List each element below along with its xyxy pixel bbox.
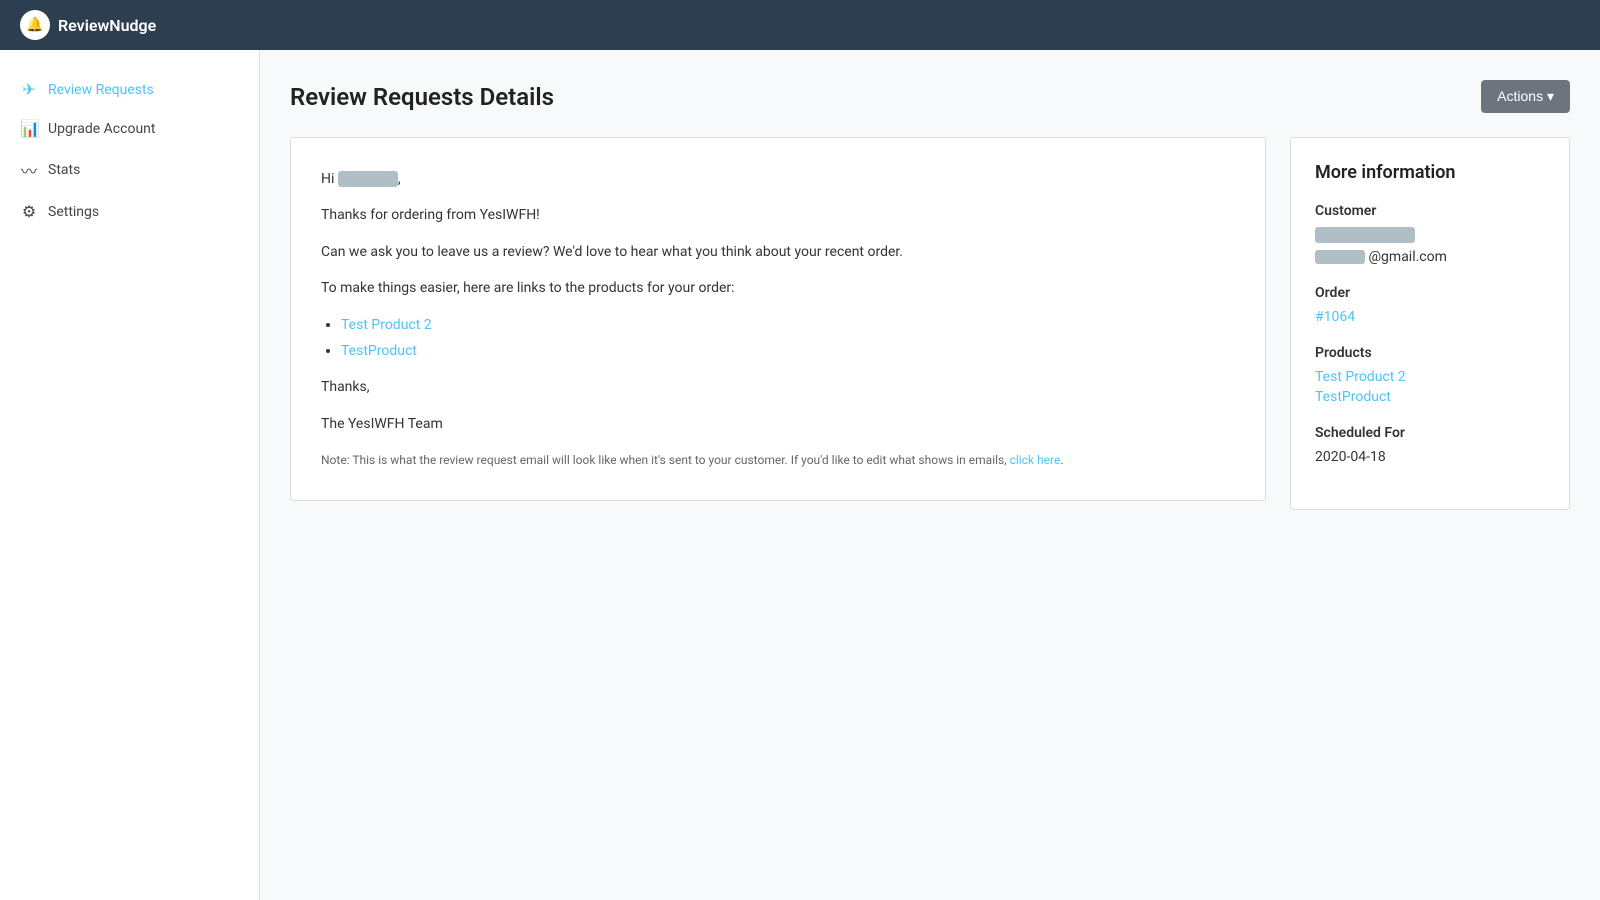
customer-label: Customer bbox=[1315, 203, 1545, 219]
email-suffix: @gmail.com bbox=[1368, 249, 1446, 265]
note-text-content: Note: This is what the review request em… bbox=[321, 453, 1007, 467]
products-label: Products bbox=[1315, 345, 1545, 361]
app-layout: ✈ Review Requests 📊 Upgrade Account 〰 St… bbox=[0, 50, 1600, 900]
content-grid: Hi , Thanks for ordering from YesIWFH! C… bbox=[290, 137, 1570, 510]
list-item: TestProduct bbox=[341, 340, 1235, 362]
products-section: Products Test Product 2 TestProduct bbox=[1315, 345, 1545, 405]
email-line3: To make things easier, here are links to… bbox=[321, 277, 1235, 299]
sidebar-item-label: Review Requests bbox=[48, 82, 154, 98]
email-note: Note: This is what the review request em… bbox=[321, 451, 1235, 470]
email-product-list: Test Product 2 TestProduct bbox=[321, 314, 1235, 363]
sidebar-item-label: Upgrade Account bbox=[48, 121, 155, 137]
email-product-link-2[interactable]: TestProduct bbox=[341, 343, 417, 359]
list-item: Test Product 2 bbox=[341, 314, 1235, 336]
email-team-name: The YesIWFH Team bbox=[321, 413, 1235, 435]
stats-icon: 〰 bbox=[20, 158, 38, 182]
email-signoff: Thanks, bbox=[321, 376, 1235, 398]
sidebar-item-stats[interactable]: 〰 Stats bbox=[0, 148, 259, 192]
brand-icon: 🔔 bbox=[20, 10, 50, 40]
scheduled-section: Scheduled For 2020-04-18 bbox=[1315, 425, 1545, 465]
sidebar-item-review-requests[interactable]: ✈ Review Requests bbox=[0, 70, 259, 109]
sidebar: ✈ Review Requests 📊 Upgrade Account 〰 St… bbox=[0, 50, 260, 900]
email-product-link-1[interactable]: Test Product 2 bbox=[341, 317, 432, 333]
page-title: Review Requests Details bbox=[290, 83, 554, 111]
info-card-title: More information bbox=[1315, 162, 1545, 183]
sidebar-item-upgrade-account[interactable]: 📊 Upgrade Account bbox=[0, 109, 259, 148]
brand-icon-symbol: 🔔 bbox=[26, 17, 43, 33]
scheduled-label: Scheduled For bbox=[1315, 425, 1545, 441]
order-label: Order bbox=[1315, 285, 1545, 301]
sidebar-item-label: Stats bbox=[48, 162, 80, 178]
email-greeting: Hi , bbox=[321, 168, 1235, 190]
customer-name-redacted bbox=[1315, 227, 1415, 243]
send-icon: ✈ bbox=[20, 80, 38, 99]
scheduled-date: 2020-04-18 bbox=[1315, 449, 1545, 465]
customer-email: @gmail.com bbox=[1315, 249, 1545, 265]
order-number-link[interactable]: #1064 bbox=[1315, 309, 1545, 325]
top-navigation: 🔔 ReviewNudge bbox=[0, 0, 1600, 50]
order-section: Order #1064 bbox=[1315, 285, 1545, 325]
actions-button[interactable]: Actions ▾ bbox=[1481, 80, 1570, 113]
info-product-link-2[interactable]: TestProduct bbox=[1315, 389, 1545, 405]
email-line1: Thanks for ordering from YesIWFH! bbox=[321, 204, 1235, 226]
page-header: Review Requests Details Actions ▾ bbox=[290, 80, 1570, 113]
bar-chart-icon: 📊 bbox=[20, 119, 38, 138]
sidebar-item-label: Settings bbox=[48, 204, 99, 220]
email-line2: Can we ask you to leave us a review? We'… bbox=[321, 241, 1235, 263]
gear-icon: ⚙ bbox=[20, 202, 38, 221]
customer-name-redacted bbox=[338, 171, 398, 187]
email-preview-card: Hi , Thanks for ordering from YesIWFH! C… bbox=[290, 137, 1266, 501]
info-card: More information Customer @gmail.com Ord… bbox=[1290, 137, 1570, 510]
brand-logo[interactable]: 🔔 ReviewNudge bbox=[20, 10, 156, 40]
customer-section: Customer @gmail.com bbox=[1315, 203, 1545, 265]
brand-name: ReviewNudge bbox=[58, 16, 156, 35]
click-here-link[interactable]: click here bbox=[1010, 453, 1061, 467]
sidebar-item-settings[interactable]: ⚙ Settings bbox=[0, 192, 259, 231]
main-content: Review Requests Details Actions ▾ Hi , T… bbox=[260, 50, 1600, 900]
email-prefix-redacted bbox=[1315, 250, 1365, 264]
info-product-link-1[interactable]: Test Product 2 bbox=[1315, 369, 1545, 385]
